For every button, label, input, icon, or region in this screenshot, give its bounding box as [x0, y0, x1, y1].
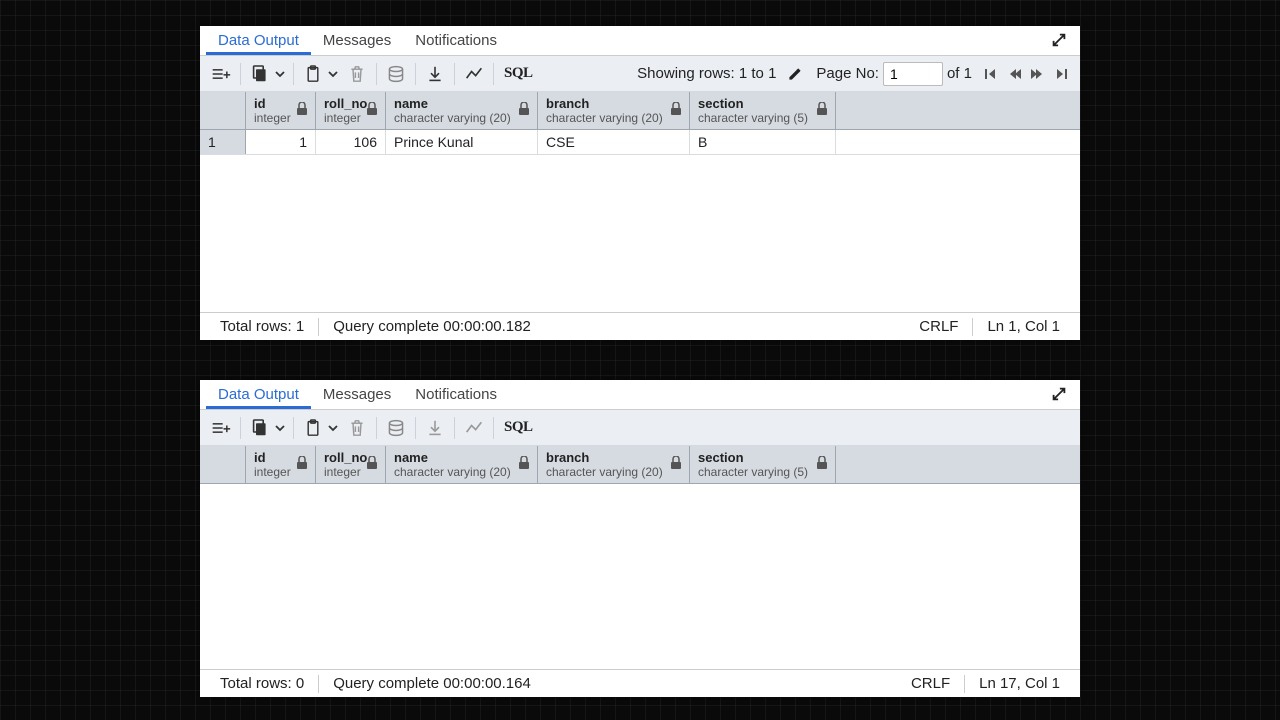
crlf-status: CRLF [911, 318, 966, 335]
lock-icon [296, 102, 310, 116]
data-grid[interactable]: idinteger roll_nointeger namecharacter v… [200, 92, 1080, 312]
cell-branch[interactable]: CSE [538, 130, 690, 154]
total-rows-status: Total rows: 0 [212, 675, 312, 692]
page-label: Page No: [816, 65, 879, 82]
lock-icon [366, 456, 380, 470]
cell-section[interactable]: B [690, 130, 836, 154]
table-row[interactable]: 1 1 106 Prince Kunal CSE B [200, 130, 1080, 155]
next-page-button[interactable] [1026, 62, 1050, 86]
query-complete-status: Query complete 00:00:00.182 [325, 318, 539, 335]
status-bar: Total rows: 0 Query complete 00:00:00.16… [200, 669, 1080, 697]
download-button[interactable] [420, 60, 450, 88]
row-number-header [200, 92, 246, 129]
add-row-button[interactable] [206, 414, 236, 442]
lock-icon [296, 456, 310, 470]
crlf-status: CRLF [903, 675, 958, 692]
data-grid[interactable]: idinteger roll_nointeger namecharacter v… [200, 446, 1080, 669]
tab-data-output[interactable]: Data Output [206, 381, 311, 409]
expand-icon[interactable] [1050, 385, 1070, 405]
lock-icon [816, 456, 830, 470]
column-header-name[interactable]: namecharacter varying (20) [386, 92, 538, 129]
column-header-roll-no[interactable]: roll_nointeger [316, 92, 386, 129]
delete-button[interactable] [342, 414, 372, 442]
output-panel-1: Data Output Messages Notifications [200, 26, 1080, 340]
toolbar: SQL Showing rows: 1 to 1 Page No: of 1 [200, 56, 1080, 92]
lock-icon [518, 102, 532, 116]
grid-header-row: idinteger roll_nointeger namecharacter v… [200, 92, 1080, 130]
column-header-branch[interactable]: branchcharacter varying (20) [538, 446, 690, 483]
prev-page-button[interactable] [1002, 62, 1026, 86]
sql-button[interactable]: SQL [498, 417, 539, 438]
lock-icon [670, 102, 684, 116]
tab-notifications[interactable]: Notifications [403, 381, 509, 408]
cell-name[interactable]: Prince Kunal [386, 130, 538, 154]
lock-icon [518, 456, 532, 470]
lock-icon [366, 102, 380, 116]
cell-id[interactable]: 1 [246, 130, 316, 154]
save-data-button[interactable] [381, 414, 411, 442]
first-page-button[interactable] [978, 62, 1002, 86]
delete-button[interactable] [342, 60, 372, 88]
column-header-id[interactable]: idinteger [246, 446, 316, 483]
graph-button[interactable] [459, 414, 489, 442]
expand-icon[interactable] [1050, 31, 1070, 51]
query-complete-status: Query complete 00:00:00.164 [325, 675, 539, 692]
column-header-section[interactable]: sectioncharacter varying (5) [690, 92, 836, 129]
tab-notifications[interactable]: Notifications [403, 27, 509, 54]
last-page-button[interactable] [1050, 62, 1074, 86]
paste-dropdown[interactable] [324, 414, 342, 442]
download-button[interactable] [420, 414, 450, 442]
graph-button[interactable] [459, 60, 489, 88]
toolbar: SQL [200, 410, 1080, 446]
sql-button[interactable]: SQL [498, 63, 539, 84]
column-header-branch[interactable]: branchcharacter varying (20) [538, 92, 690, 129]
output-panel-2: Data Output Messages Notifications [200, 380, 1080, 697]
tabs-row: Data Output Messages Notifications [200, 380, 1080, 410]
cell-roll-no[interactable]: 106 [316, 130, 386, 154]
save-data-button[interactable] [381, 60, 411, 88]
grid-header-row: idinteger roll_nointeger namecharacter v… [200, 446, 1080, 484]
row-number-cell[interactable]: 1 [200, 130, 246, 154]
tab-messages[interactable]: Messages [311, 27, 403, 54]
copy-dropdown[interactable] [271, 414, 289, 442]
tabs-row: Data Output Messages Notifications [200, 26, 1080, 56]
lncol-status: Ln 1, Col 1 [979, 318, 1068, 335]
row-number-header [200, 446, 246, 483]
column-header-id[interactable]: idinteger [246, 92, 316, 129]
column-header-name[interactable]: namecharacter varying (20) [386, 446, 538, 483]
lock-icon [816, 102, 830, 116]
lncol-status: Ln 17, Col 1 [971, 675, 1068, 692]
column-header-section[interactable]: sectioncharacter varying (5) [690, 446, 836, 483]
page-number-input[interactable] [883, 62, 943, 86]
lock-icon [670, 456, 684, 470]
paste-dropdown[interactable] [324, 60, 342, 88]
status-bar: Total rows: 1 Query complete 00:00:00.18… [200, 312, 1080, 340]
column-header-roll-no[interactable]: roll_nointeger [316, 446, 386, 483]
add-row-button[interactable] [206, 60, 236, 88]
total-rows-status: Total rows: 1 [212, 318, 312, 335]
tab-data-output[interactable]: Data Output [206, 27, 311, 55]
copy-dropdown[interactable] [271, 60, 289, 88]
rows-info: Showing rows: 1 to 1 [637, 65, 776, 82]
edit-rows-button[interactable] [782, 60, 808, 88]
tab-messages[interactable]: Messages [311, 381, 403, 408]
of-pages: of 1 [947, 65, 972, 82]
